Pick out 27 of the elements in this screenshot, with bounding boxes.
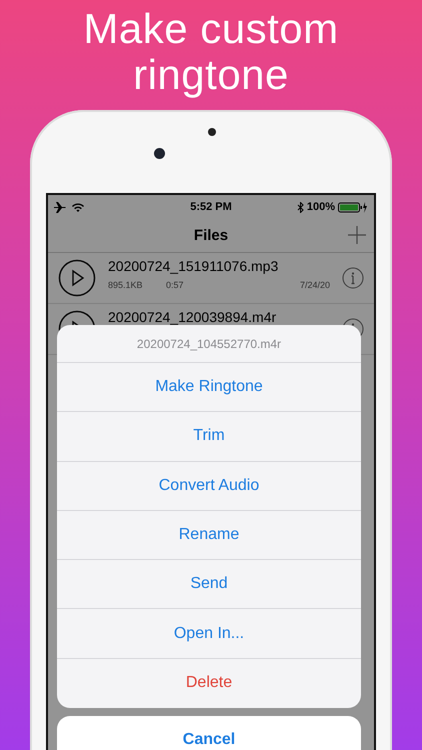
action-button[interactable]: Delete xyxy=(57,658,361,708)
action-button[interactable]: Rename xyxy=(57,510,361,560)
file-date: 7/24/20 xyxy=(300,280,330,290)
action-button[interactable]: Send xyxy=(57,560,361,610)
airplane-icon xyxy=(54,202,67,212)
wifi-icon xyxy=(72,202,84,212)
add-icon[interactable] xyxy=(348,226,366,244)
file-name: 20200724_120039894.m4r xyxy=(108,309,278,325)
status-time: 5:52 PM xyxy=(190,201,232,213)
action-button[interactable]: Convert Audio xyxy=(57,462,361,511)
file-duration: 0:57 xyxy=(166,280,185,290)
battery-icon xyxy=(338,202,368,212)
battery-percent: 100% xyxy=(306,201,336,213)
headline: Make custom ringtone xyxy=(82,4,340,98)
sheet-title: 20200724_104552770.m4r xyxy=(57,325,361,363)
cancel-button[interactable]: Cancel xyxy=(57,716,361,750)
action-button[interactable]: Open In... xyxy=(57,609,361,659)
speaker-dot xyxy=(208,128,216,136)
file-name: 20200724_151911076.mp3 xyxy=(108,258,280,274)
action-button[interactable]: Trim xyxy=(57,412,361,462)
file-row[interactable]: 20200724_151911076.mp3 895.1KB 0:57 7/24/20 xyxy=(48,253,374,304)
file-size: 895.1KB xyxy=(108,280,144,290)
camera-dot xyxy=(154,148,165,159)
action-button[interactable]: Make Ringtone xyxy=(57,363,361,412)
nav-title: Files xyxy=(194,227,228,244)
bluetooth-icon xyxy=(296,202,304,212)
play-icon[interactable] xyxy=(58,259,96,297)
